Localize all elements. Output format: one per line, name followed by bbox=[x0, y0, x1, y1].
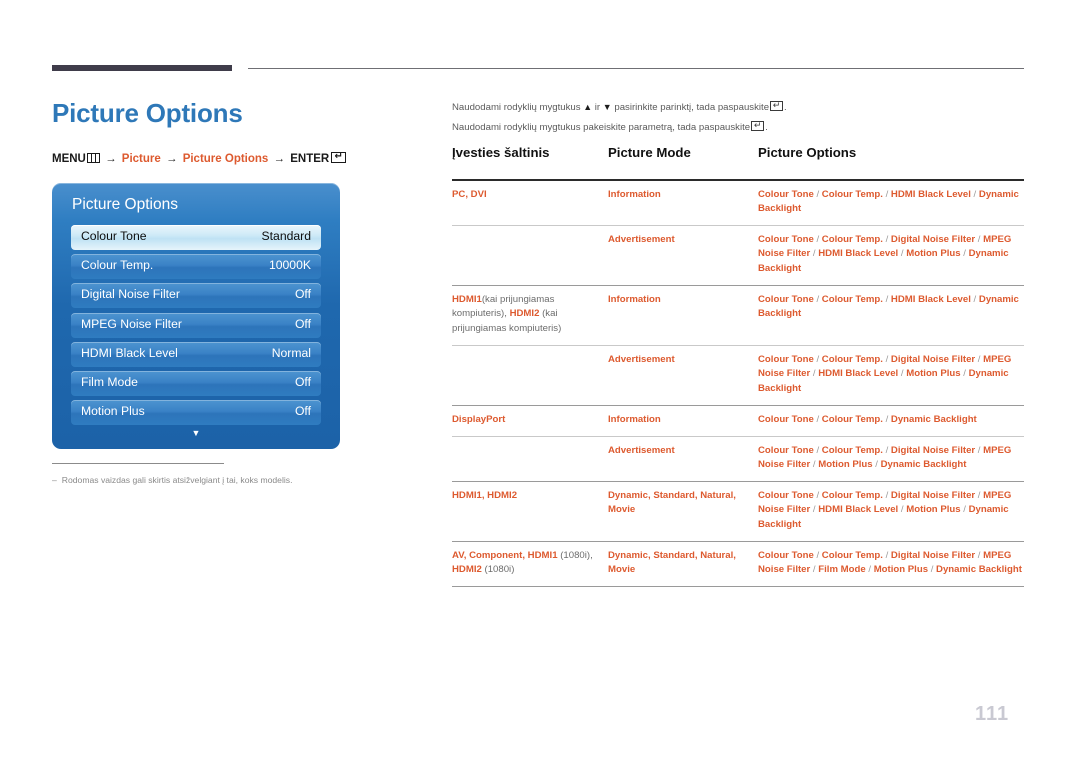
osd-row[interactable]: Digital Noise Filter Off bbox=[71, 283, 321, 309]
osd-panel: Picture Options Colour Tone Standard Colou… bbox=[52, 183, 340, 449]
breadcrumb-enter-label: ENTER bbox=[290, 153, 330, 165]
table-header-input-source: Įvesties šaltinis bbox=[452, 145, 550, 160]
osd-row-label: Film Mode bbox=[81, 374, 138, 389]
table-row: DisplayPort Information Colour Tone / Colo… bbox=[452, 406, 1024, 436]
compatibility-table: Įvesties šaltinis Picture Mode Picture O… bbox=[452, 145, 1024, 587]
manual-page: Picture Options MENU → Picture → Picture… bbox=[0, 0, 1080, 763]
page-title: Picture Options bbox=[52, 98, 243, 128]
table-cell-picture-options: Colour Tone / Colour Temp. / Dynamic Bac… bbox=[758, 413, 977, 425]
osd-scroll-down-icon[interactable]: ▼ bbox=[52, 429, 340, 438]
table-row: PC, DVI Information Colour Tone / Colour T… bbox=[452, 181, 1024, 225]
table-row: Advertisement Colour Tone / Colour Temp. … bbox=[452, 346, 1024, 405]
table-header-picture-options: Picture Options bbox=[758, 145, 857, 160]
intro-line-2: Naudodami rodyklių mygtukus pakeiskite p… bbox=[452, 120, 768, 133]
table-row: AV, Component, HDMI1 (1080i), HDMI2 (108… bbox=[452, 542, 1024, 586]
osd-panel-title: Picture Options bbox=[72, 196, 178, 213]
intro-line2-text-a: Naudodami rodyklių mygtukus pakeiskite p… bbox=[452, 121, 751, 133]
enter-key-icon-inline-2: ↵ bbox=[751, 120, 765, 131]
menu-grid-icon bbox=[86, 153, 100, 163]
osd-row[interactable]: Colour Temp. 10000K bbox=[71, 254, 321, 280]
osd-row-label: Colour Tone bbox=[81, 229, 147, 243]
table-cell-picture-mode: Advertisement bbox=[608, 444, 675, 456]
table-cell-picture-mode: Dynamic, Standard, Natural, Movie bbox=[608, 489, 736, 516]
breadcrumb-item-picture[interactable]: Picture bbox=[122, 153, 161, 165]
table-row: HDMI1, HDMI2 Dynamic, Standard, Natural, … bbox=[452, 482, 1024, 541]
table-cell-input-source: PC, DVI bbox=[452, 188, 487, 200]
table-body: PC, DVI Information Colour Tone / Colour T… bbox=[452, 181, 1024, 587]
arrow-down-icon: ▼ bbox=[602, 101, 612, 112]
footnote-rule bbox=[52, 463, 224, 464]
table-cell-picture-mode: Advertisement bbox=[608, 233, 675, 245]
intro-line1-period: . bbox=[784, 101, 787, 113]
osd-row-label: HDMI Black Level bbox=[81, 345, 178, 360]
table-cell-picture-mode: Information bbox=[608, 413, 661, 425]
breadcrumb: MENU → Picture → Picture Options → ENTER… bbox=[52, 152, 347, 165]
intro-line1-text-a: Naudodami rodyklių mygtukus bbox=[452, 101, 581, 113]
breadcrumb-arrow-1: → bbox=[105, 153, 117, 165]
osd-row-value: Standard bbox=[261, 229, 311, 243]
header-rule-dark bbox=[52, 65, 232, 71]
osd-row-label: Colour Temp. bbox=[81, 258, 154, 273]
table-cell-picture-options: Colour Tone / Colour Temp. / Digital Noi… bbox=[758, 444, 1012, 471]
table-row: Advertisement Colour Tone / Colour Temp. … bbox=[452, 226, 1024, 285]
table-cell-picture-mode: Information bbox=[608, 293, 661, 305]
table-group-divider bbox=[452, 585, 1024, 587]
table-cell-picture-options: Colour Tone / Colour Temp. / HDMI Black … bbox=[758, 188, 1019, 215]
table-header-picture-mode: Picture Mode bbox=[608, 145, 691, 160]
table-cell-picture-mode: Information bbox=[608, 188, 661, 200]
enter-key-icon: ↵ bbox=[331, 152, 347, 163]
breadcrumb-arrow-2: → bbox=[165, 153, 178, 165]
osd-row-label: Motion Plus bbox=[81, 404, 145, 419]
osd-row-label: MPEG Noise Filter bbox=[81, 316, 182, 331]
osd-row-label: Digital Noise Filter bbox=[81, 287, 180, 302]
table-cell-input-source: HDMI1, HDMI2 bbox=[452, 489, 518, 501]
table-cell-picture-mode: Dynamic, Standard, Natural, Movie bbox=[608, 549, 736, 576]
table-row: Advertisement Colour Tone / Colour Temp. … bbox=[452, 437, 1024, 481]
intro-line2-period: . bbox=[765, 121, 768, 133]
intro-line1-text-b: ir bbox=[594, 101, 601, 113]
osd-row[interactable]: Film Mode Off bbox=[71, 370, 321, 396]
arrow-up-icon: ▲ bbox=[583, 101, 593, 112]
table-cell-input-source: DisplayPort bbox=[452, 413, 506, 425]
footnote-text: Rodomas vaizdas gali skirtis atsižvelgia… bbox=[61, 475, 293, 485]
footnote: – Rodomas vaizdas gali skirtis atsižvelgi… bbox=[52, 475, 292, 485]
osd-row[interactable]: Motion Plus Off bbox=[71, 400, 321, 426]
osd-row-value: Normal bbox=[271, 345, 311, 360]
osd-row[interactable]: HDMI Black Level Normal bbox=[71, 341, 321, 367]
header-rule-thin bbox=[248, 68, 1024, 69]
osd-row-value: Off bbox=[294, 374, 311, 389]
osd-row-value: Off bbox=[294, 316, 311, 331]
osd-row[interactable]: MPEG Noise Filter Off bbox=[71, 312, 321, 338]
osd-row-value: Off bbox=[294, 287, 311, 302]
table-cell-input-source: AV, Component, HDMI1 (1080i), HDMI2 (108… bbox=[452, 549, 593, 576]
page-number: 111 bbox=[975, 703, 1010, 725]
intro-line-1: Naudodami rodyklių mygtukus ▲ ir ▼ pasir… bbox=[452, 100, 787, 113]
enter-key-icon-inline-1: ↵ bbox=[770, 100, 784, 111]
osd-row[interactable]: Colour Tone Standard bbox=[71, 225, 321, 250]
footnote-dash: – bbox=[52, 475, 57, 485]
table-cell-picture-options: Colour Tone / Colour Temp. / Digital Noi… bbox=[758, 489, 1012, 530]
table-cell-picture-options: Colour Tone / Colour Temp. / Digital Noi… bbox=[758, 233, 1012, 274]
intro-line1-text-c: pasirinkite parinktį, tada paspauskite bbox=[614, 101, 770, 113]
osd-menu-list: Colour Tone Standard Colour Temp. 10000K Dig… bbox=[71, 225, 321, 429]
breadcrumb-arrow-3: → bbox=[273, 153, 286, 165]
table-cell-picture-options: Colour Tone / Colour Temp. / HDMI Black … bbox=[758, 293, 1019, 320]
table-cell-input-source: HDMI1(kai prijungiamas kompiuteris), HDM… bbox=[452, 293, 562, 334]
table-cell-picture-options: Colour Tone / Colour Temp. / Digital Noi… bbox=[758, 353, 1012, 394]
osd-row-value: Off bbox=[294, 404, 311, 419]
table-cell-picture-mode: Advertisement bbox=[608, 353, 675, 365]
osd-row-value: 10000K bbox=[268, 258, 311, 273]
table-row: HDMI1(kai prijungiamas kompiuteris), HDM… bbox=[452, 286, 1024, 345]
breadcrumb-menu-label: MENU bbox=[52, 153, 86, 165]
table-cell-picture-options: Colour Tone / Colour Temp. / Digital Noi… bbox=[758, 549, 1022, 576]
breadcrumb-item-picture-options[interactable]: Picture Options bbox=[183, 153, 269, 165]
table-header-row: Įvesties šaltinis Picture Mode Picture O… bbox=[452, 145, 1024, 173]
